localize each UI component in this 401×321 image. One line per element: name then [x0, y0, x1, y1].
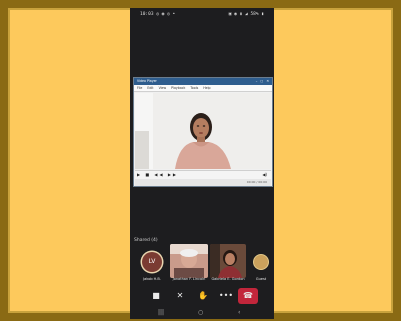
avatar: LV: [142, 252, 162, 272]
participant-tile[interactable]: LV Jakob H.B.: [134, 244, 170, 282]
call-controls: ■ ✕ ✋ ••• ☎: [130, 284, 274, 308]
player-statusline: 00:00 / 00:00: [135, 179, 271, 186]
window-title: Video Player: [137, 79, 157, 83]
home-icon[interactable]: ○: [198, 309, 203, 316]
participant-video-image: [170, 244, 208, 278]
avatar: [254, 255, 268, 269]
participant-name: Gabriela E. Gordon: [211, 277, 245, 281]
back-icon[interactable]: ‹: [238, 309, 240, 316]
camera-icon[interactable]: ■: [146, 288, 166, 304]
menu-item[interactable]: View: [159, 86, 167, 90]
window-titlebar[interactable]: Video Player – ▢ ✕: [134, 78, 272, 85]
participant-name: Jakob H.B.: [143, 277, 161, 281]
participant-tile[interactable]: Gabriela E. Gordon: [210, 244, 246, 282]
playback-time: 00:00 / 00:00: [246, 180, 267, 184]
presenter-video: [135, 93, 271, 169]
more-icon[interactable]: •••: [216, 288, 236, 304]
status-time: 10:03 ◎ ◉ ◎ •: [140, 12, 176, 17]
menu-item[interactable]: Help: [203, 86, 210, 90]
recent-apps-icon[interactable]: |||: [158, 309, 164, 316]
menu-item[interactable]: Playback: [171, 86, 185, 90]
menu-item[interactable]: File: [137, 86, 142, 90]
menu-item[interactable]: Tools: [190, 86, 198, 90]
end-call-button[interactable]: ☎: [238, 288, 258, 304]
window-controls[interactable]: – ▢ ✕: [256, 78, 270, 85]
window-menu: File Edit View Playback Tools Help: [134, 85, 272, 92]
participant-tile[interactable]: Jonathan F. Lincoln: [170, 244, 208, 282]
participant-strip: LV Jakob H.B. Jonathan F. Lincoln Gabrie…: [130, 244, 274, 284]
participant-video: [210, 244, 246, 278]
menu-item[interactable]: Edit: [147, 86, 153, 90]
player-controls: ▶ ■ ◀◀ ▶▶ ◀): [135, 170, 271, 179]
participant-tile[interactable]: Guest: [250, 244, 272, 282]
android-nav-bar: ||| ○ ‹: [130, 308, 274, 319]
shared-screen-window[interactable]: Video Player – ▢ ✕ File Edit View Playba…: [133, 77, 273, 187]
status-indicators: ▣ ◉ ▮ ◢ 58% ▮: [228, 12, 264, 17]
volume-icon[interactable]: ◀): [262, 171, 267, 179]
hand-raise-icon[interactable]: ✋: [193, 288, 213, 304]
participant-name: Jonathan F. Lincoln: [172, 277, 206, 281]
mic-off-icon[interactable]: ✕: [170, 288, 190, 304]
participant-name: Guest: [255, 277, 267, 281]
participant-video: [170, 244, 208, 278]
participant-video-image: [210, 244, 246, 278]
participants-label: Shared (4): [134, 238, 158, 243]
phone-screen: 10:03 ◎ ◉ ◎ • ▣ ◉ ▮ ◢ 58% ▮ Video Player…: [130, 8, 274, 319]
playback-buttons[interactable]: ▶ ■ ◀◀ ▶▶: [137, 171, 178, 179]
video-area[interactable]: [135, 93, 271, 169]
status-bar: 10:03 ◎ ◉ ◎ • ▣ ◉ ▮ ◢ 58% ▮: [130, 8, 274, 22]
